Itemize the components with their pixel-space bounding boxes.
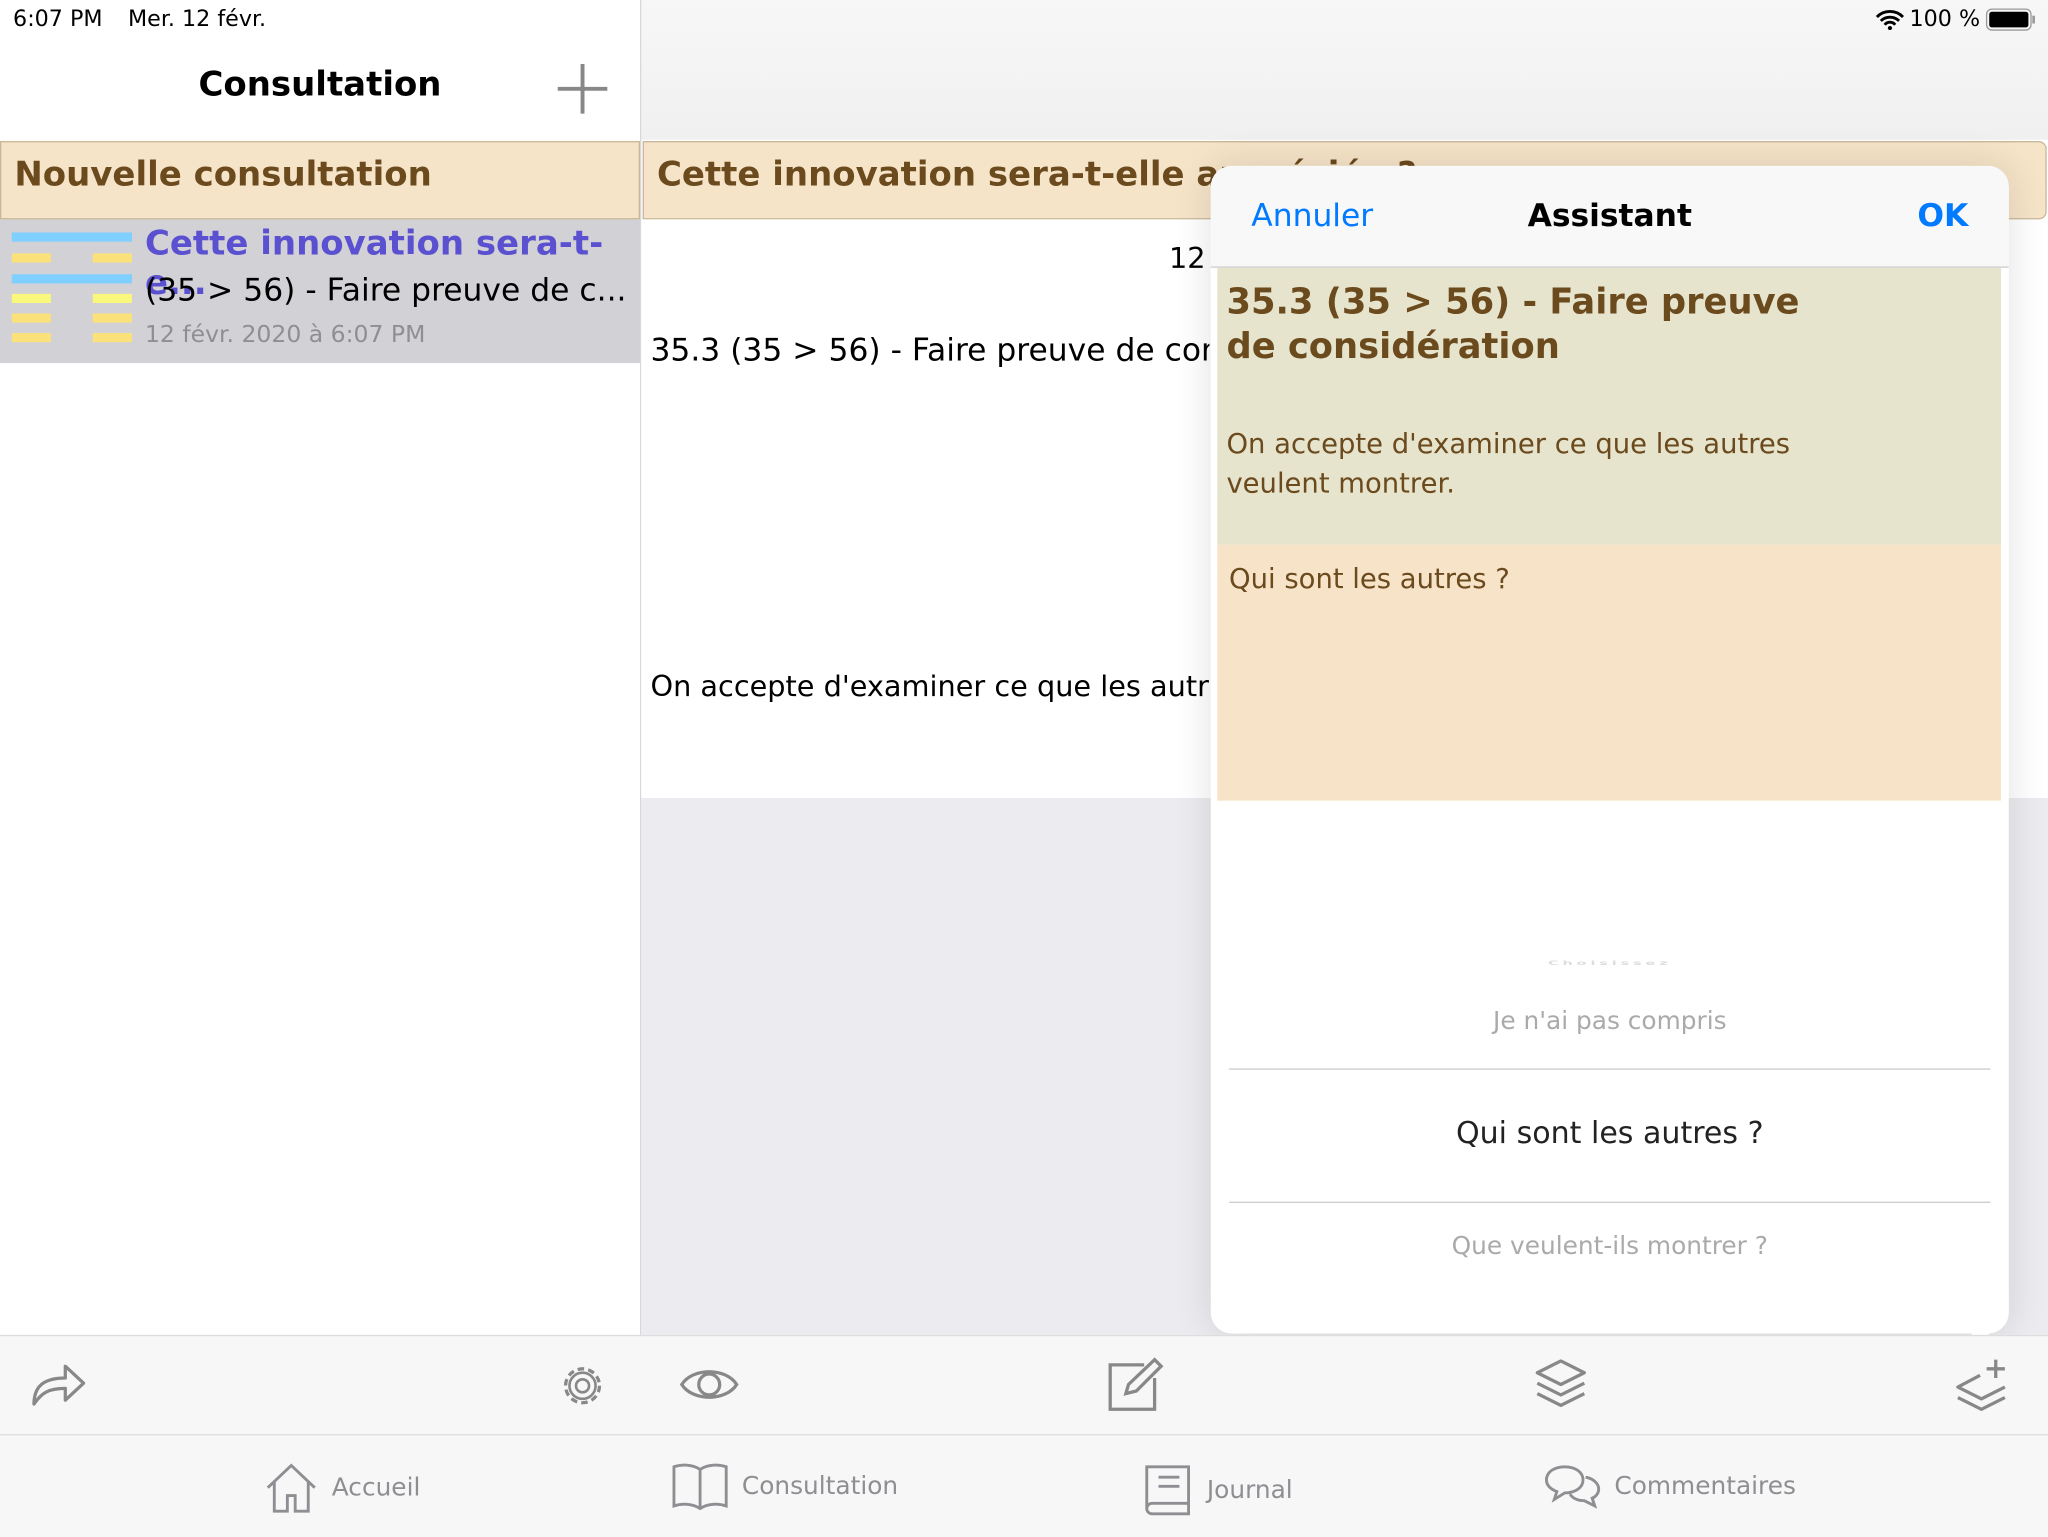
detail-line2: On accepte d'examiner ce que les autres … (650, 671, 1209, 704)
picker-option[interactable]: Choisissez (1211, 960, 2009, 967)
detail-content (641, 219, 1211, 799)
cancel-button[interactable]: Annuler (1251, 197, 1373, 234)
picker-option-selected[interactable]: Qui sont les autres ? (1211, 1117, 2009, 1151)
status-date: Mer. 12 févr. (127, 6, 267, 33)
detail-number: 12 (1168, 242, 1206, 276)
battery-icon (1985, 8, 2037, 32)
settings-button[interactable] (556, 1360, 608, 1412)
info-heading: 35.3 (35 > 56) - Faire preuve de considé… (1226, 282, 1800, 368)
share-icon (32, 1364, 86, 1406)
tab-consultation[interactable]: Consultation (671, 1462, 898, 1512)
battery-level: 100 % (1909, 6, 1981, 33)
answer-field[interactable]: Qui sont les autres ? (1217, 544, 2001, 801)
add-button[interactable] (554, 60, 611, 117)
detail-line1: 35.3 (35 > 56) - Faire preuve de considé… (650, 331, 1209, 369)
sidebar-title: Consultation (198, 65, 442, 105)
eye-icon (679, 1370, 739, 1399)
answer-text: Qui sont les autres ? (1229, 562, 1510, 595)
detail-header (641, 0, 2048, 140)
info-panel: 35.3 (35 > 56) - Faire preuve de considé… (1217, 267, 2001, 545)
tab-label: Accueil (331, 1473, 421, 1503)
home-icon (266, 1463, 316, 1513)
tab-bar: Accueil Consultation Journal Commentaire… (0, 1434, 2048, 1537)
tab-label: Consultation (741, 1471, 899, 1501)
plus-icon (557, 63, 608, 114)
ok-button[interactable]: OK (1917, 197, 1968, 234)
edit-button[interactable] (1105, 1357, 1165, 1414)
choice-picker[interactable]: Choisissez Je n'ai pas compris Qui sont … (1211, 801, 2009, 1334)
list-item[interactable]: Cette innovation sera-t-e... (35 > 56) -… (0, 219, 640, 364)
compose-icon (1108, 1357, 1164, 1411)
status-time: 6:07 PM (13, 6, 103, 33)
item-subtitle: (35 > 56) - Faire preuve de c... (144, 271, 627, 309)
picker-option[interactable]: Je n'ai pas compris (1211, 1007, 2009, 1036)
tab-journal[interactable]: Journal (1142, 1462, 1293, 1519)
layers-icon (1535, 1359, 1586, 1408)
add-layer-button[interactable] (1954, 1357, 2011, 1414)
share-button[interactable] (29, 1357, 89, 1409)
book-open-icon (672, 1463, 728, 1511)
tab-label: Commentaires (1614, 1471, 1796, 1501)
item-date: 12 févr. 2020 à 6:07 PM (144, 321, 426, 349)
section-header: Nouvelle consultation (0, 141, 640, 220)
add-layer-icon (1956, 1359, 2006, 1411)
picker-option[interactable]: Que veulent-ils montrer ? (1211, 1232, 2009, 1261)
comments-icon (1545, 1465, 1601, 1509)
wifi-icon (1875, 9, 1905, 31)
toolbar (0, 1334, 2048, 1436)
layers-button[interactable] (1533, 1357, 1588, 1412)
view-button[interactable] (679, 1362, 739, 1406)
info-description: On accepte d'examiner ce que les autres … (1226, 428, 1791, 499)
tab-accueil[interactable]: Accueil (264, 1462, 421, 1514)
tab-commentaires[interactable]: Commentaires (1544, 1462, 1796, 1512)
assistant-popover: Annuler Assistant OK 35.3 (35 > 56) - Fa… (1210, 165, 2009, 1334)
gear-icon (563, 1367, 602, 1405)
status-right: 100 % (1875, 6, 2038, 33)
tab-label: Journal (1206, 1475, 1293, 1505)
journal-icon (1145, 1465, 1191, 1516)
